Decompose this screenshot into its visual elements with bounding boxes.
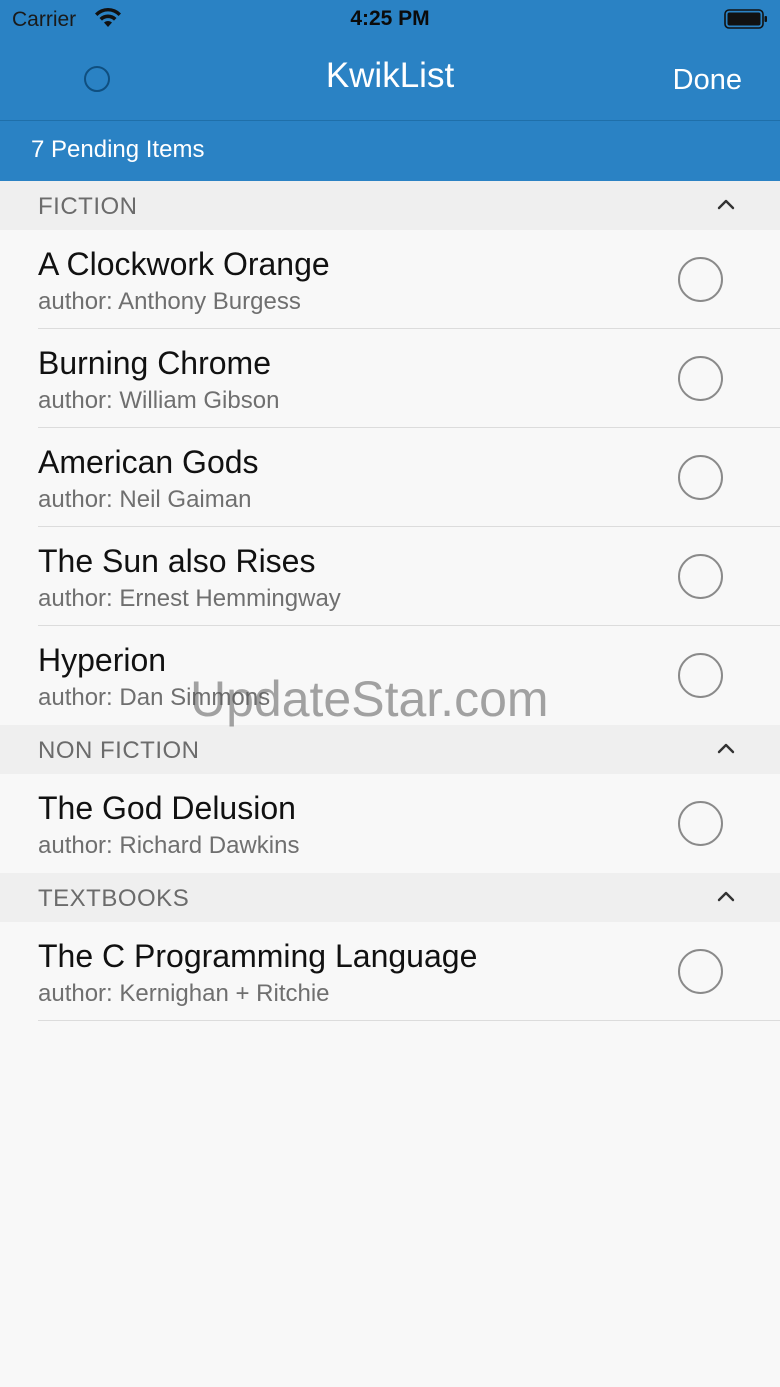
row-separator: [38, 1020, 780, 1021]
section-title: FICTION: [38, 193, 138, 220]
list-item[interactable]: Burning Chrome author: William Gibson: [0, 329, 780, 428]
item-subtitle: author: Richard Dawkins: [38, 832, 300, 859]
chevron-up-icon[interactable]: [716, 197, 736, 211]
item-subtitle: author: Neil Gaiman: [38, 486, 252, 513]
list-item[interactable]: American Gods author: Neil Gaiman: [0, 428, 780, 527]
checkbox-circle-icon[interactable]: [678, 455, 723, 500]
checkbox-circle-icon[interactable]: [678, 949, 723, 994]
chevron-up-icon[interactable]: [716, 741, 736, 755]
pending-items-bar: 7 Pending Items: [0, 121, 780, 181]
section-title: TEXTBOOKS: [38, 885, 190, 912]
done-button[interactable]: Done: [673, 64, 742, 97]
section-header-fiction[interactable]: FICTION: [0, 181, 780, 230]
item-subtitle: author: Kernighan + Ritchie: [38, 980, 330, 1007]
checkbox-circle-icon[interactable]: [678, 257, 723, 302]
item-title: The Sun also Rises: [38, 543, 316, 579]
checkbox-circle-icon[interactable]: [678, 653, 723, 698]
item-subtitle: author: Anthony Burgess: [38, 288, 301, 315]
item-subtitle: author: Dan Simmons: [38, 684, 271, 711]
item-list: FICTION A Clockwork Orange author: Antho…: [0, 181, 780, 1021]
section-header-textbooks[interactable]: TEXTBOOKS: [0, 873, 780, 922]
chevron-up-icon[interactable]: [716, 889, 736, 903]
section-header-non-fiction[interactable]: NON FICTION: [0, 725, 780, 774]
checkbox-circle-icon[interactable]: [678, 554, 723, 599]
section-title: NON FICTION: [38, 737, 200, 764]
status-bar: Carrier 4:25 PM: [0, 0, 780, 40]
navigation-bar: KwikList Done: [0, 40, 780, 121]
list-item[interactable]: A Clockwork Orange author: Anthony Burge…: [0, 230, 780, 329]
battery-full-icon: [724, 9, 767, 29]
item-title: The C Programming Language: [38, 938, 478, 974]
pending-items-label: 7 Pending Items: [31, 136, 205, 163]
checkbox-circle-icon[interactable]: [678, 356, 723, 401]
item-title: American Gods: [38, 444, 259, 480]
item-subtitle: author: Ernest Hemmingway: [38, 585, 341, 612]
item-subtitle: author: William Gibson: [38, 387, 280, 414]
checkbox-circle-icon[interactable]: [678, 801, 723, 846]
list-item[interactable]: The God Delusion author: Richard Dawkins: [0, 774, 780, 873]
item-title: The God Delusion: [38, 790, 296, 826]
list-item[interactable]: Hyperion author: Dan Simmons: [0, 626, 780, 725]
item-title: A Clockwork Orange: [38, 246, 330, 282]
list-item[interactable]: The Sun also Rises author: Ernest Hemmin…: [0, 527, 780, 626]
item-title: Burning Chrome: [38, 345, 271, 381]
list-item[interactable]: The C Programming Language author: Kerni…: [0, 922, 780, 1021]
item-title: Hyperion: [38, 642, 167, 678]
nav-title: KwikList: [325, 56, 455, 95]
status-time: 4:25 PM: [350, 7, 430, 30]
